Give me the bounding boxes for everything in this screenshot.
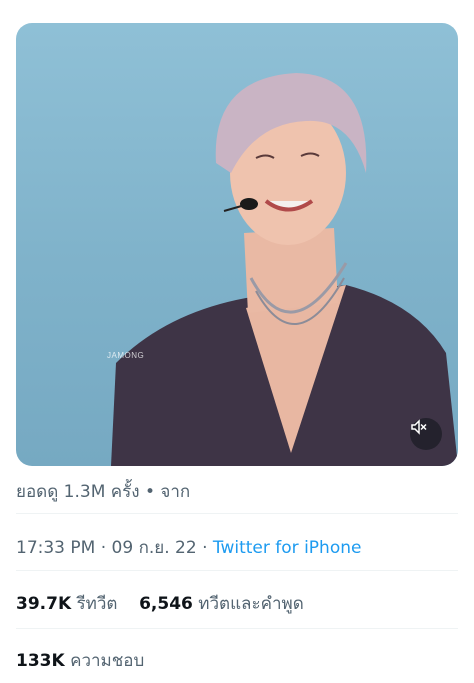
engagement-stats-row: 39.7K รีทวีต 6,546 ทวีตและคำพูด bbox=[16, 590, 304, 617]
tweet-timestamp-row: 17:33 PM · 09 ก.ย. 22 · Twitter for iPho… bbox=[16, 534, 361, 561]
mute-button[interactable] bbox=[410, 418, 442, 450]
tweet-source-link[interactable]: Twitter for iPhone bbox=[213, 538, 362, 558]
divider bbox=[16, 570, 458, 571]
retweets-count: 39.7K bbox=[16, 594, 72, 614]
tweet-date[interactable]: 09 ก.ย. 22 bbox=[112, 538, 197, 558]
speaker-muted-icon bbox=[411, 419, 427, 435]
tweet-video[interactable]: JAMONG bbox=[16, 23, 458, 466]
tweet-time[interactable]: 17:33 PM bbox=[16, 538, 95, 558]
video-watermark: JAMONG bbox=[107, 351, 145, 360]
likes-label: ความชอบ bbox=[70, 651, 145, 671]
quotes-count: 6,546 bbox=[139, 594, 193, 614]
likes-stat[interactable]: 133K ความชอบ bbox=[16, 647, 144, 674]
divider bbox=[16, 628, 458, 629]
quotes-stat[interactable]: 6,546 ทวีตและคำพูด bbox=[139, 594, 304, 614]
quotes-label: ทวีตและคำพูด bbox=[198, 594, 304, 614]
separator: · bbox=[196, 538, 213, 558]
retweets-stat[interactable]: 39.7K รีทวีต bbox=[16, 594, 117, 614]
retweets-label: รีทวีต bbox=[76, 594, 118, 614]
divider bbox=[16, 513, 458, 514]
separator: · bbox=[95, 538, 112, 558]
video-frame bbox=[111, 73, 458, 466]
view-count: ยอดดู 1.3M ครั้ง • จาก bbox=[16, 482, 191, 502]
likes-count: 133K bbox=[16, 651, 65, 671]
